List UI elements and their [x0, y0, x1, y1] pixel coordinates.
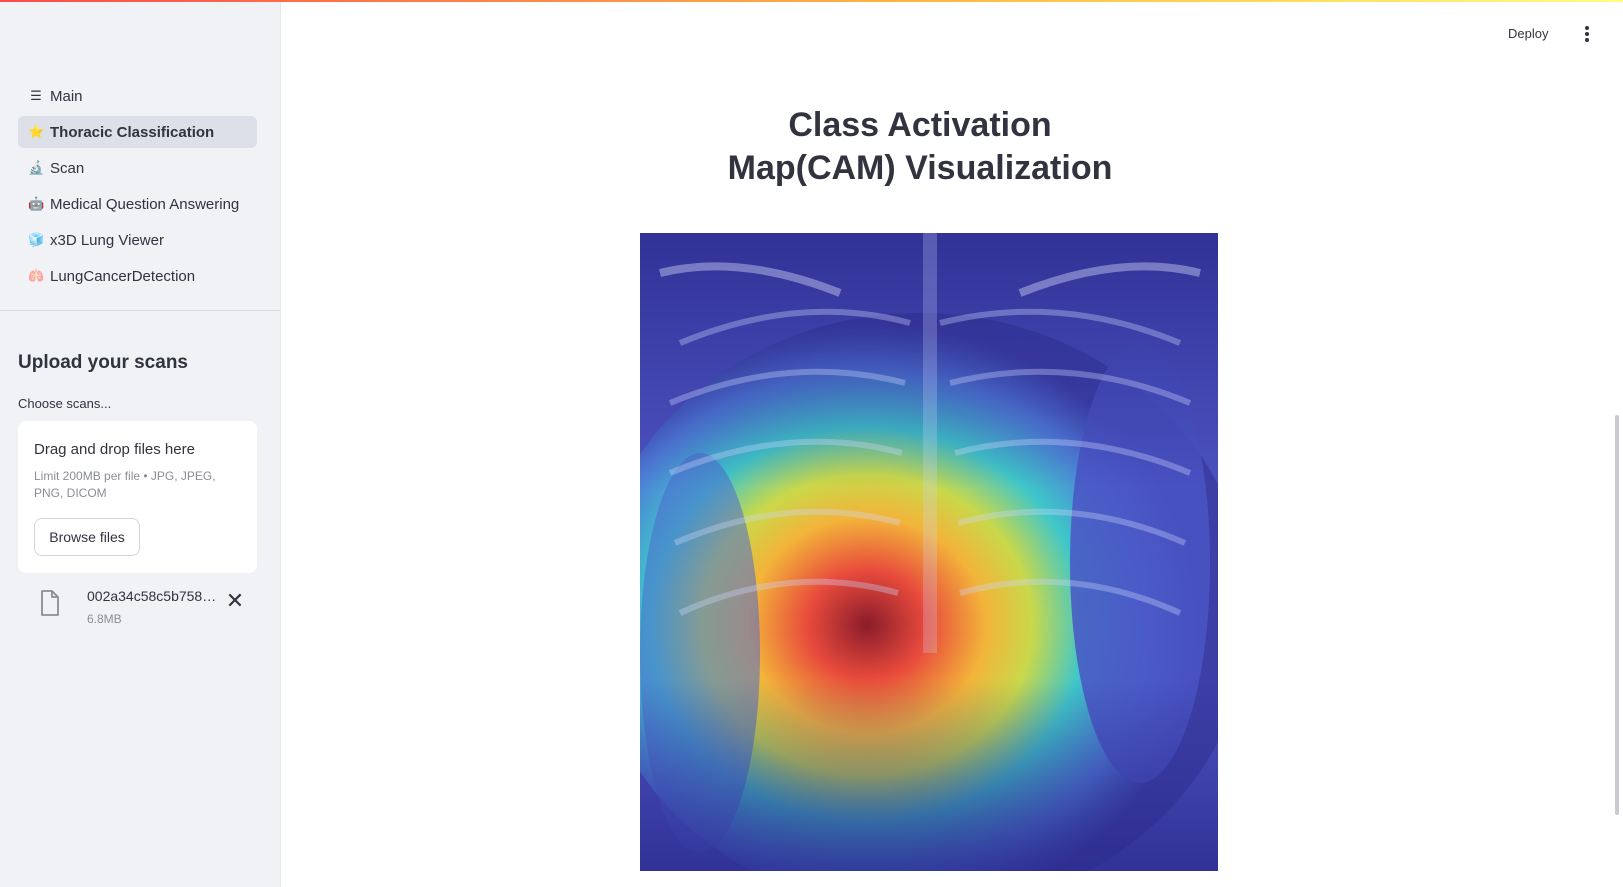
page-title-line1: Class Activation: [788, 106, 1052, 144]
hamburger-icon: ☰: [30, 88, 42, 103]
deploy-button[interactable]: Deploy: [1508, 26, 1548, 41]
main-scrollbar[interactable]: [1615, 415, 1619, 815]
upload-label: Choose scans...: [18, 396, 112, 411]
file-name: 002a34c58c5b758…: [87, 588, 217, 604]
sidebar-item-label: LungCancerDetection: [50, 267, 196, 285]
sidebar-item-thoracic-classification[interactable]: ⭐ Thoracic Classification: [18, 116, 257, 148]
top-decoration-bar: [0, 0, 1623, 2]
file-dropzone[interactable]: Drag and drop files here Limit 200MB per…: [18, 421, 257, 573]
dropzone-limit: Limit 200MB per file • JPG, JPEG, PNG, D…: [34, 469, 216, 500]
file-size: 6.8MB: [87, 612, 122, 626]
kebab-menu-icon[interactable]: [1580, 24, 1594, 46]
sidebar-item-medical-question-answering[interactable]: 🤖 Medical Question Answering: [18, 188, 257, 220]
cam-heatmap-image: [640, 233, 1218, 871]
sidebar-item-label: Thoracic Classification: [50, 123, 215, 141]
page-title: Class Activation Map(CAM) Visualization: [700, 104, 1140, 190]
sidebar: ☰ Main ⭐ Thoracic Classification 🔬 Scan …: [0, 0, 281, 887]
sidebar-item-scan[interactable]: 🔬 Scan: [18, 152, 257, 184]
uploaded-file: 002a34c58c5b758… 6.8MB ✕: [18, 586, 257, 630]
sidebar-item-label: x3D Lung Viewer: [50, 231, 164, 249]
sidebar-item-x3d-lung-viewer[interactable]: 🧊 x3D Lung Viewer: [18, 224, 257, 256]
browse-files-button[interactable]: Browse files: [34, 518, 140, 556]
microscope-icon: 🔬: [28, 160, 45, 175]
sidebar-item-label: Main: [50, 87, 83, 105]
lungs-icon: 🫁: [28, 268, 45, 283]
sidebar-nav: ☰ Main ⭐ Thoracic Classification 🔬 Scan …: [18, 80, 257, 296]
chest-xray-heatmap-graphic: [640, 233, 1218, 871]
remove-file-close-icon[interactable]: ✕: [223, 586, 247, 616]
star-icon: ⭐: [28, 124, 45, 139]
dropzone-title: Drag and drop files here: [34, 441, 195, 458]
robot-icon: 🤖: [28, 196, 45, 211]
upload-heading: Upload your scans: [18, 352, 188, 373]
sidebar-item-label: Scan: [50, 159, 85, 177]
file-icon: [41, 590, 59, 616]
sidebar-item-lung-cancer-detection[interactable]: 🫁 LungCancerDetection: [18, 260, 257, 292]
sidebar-divider: [0, 310, 281, 311]
sidebar-item-label: Medical Question Answering: [50, 195, 240, 213]
cube-icon: 🧊: [28, 232, 45, 247]
sidebar-item-main[interactable]: ☰ Main: [18, 80, 257, 112]
page-title-line2: Map(CAM) Visualization: [727, 149, 1113, 187]
